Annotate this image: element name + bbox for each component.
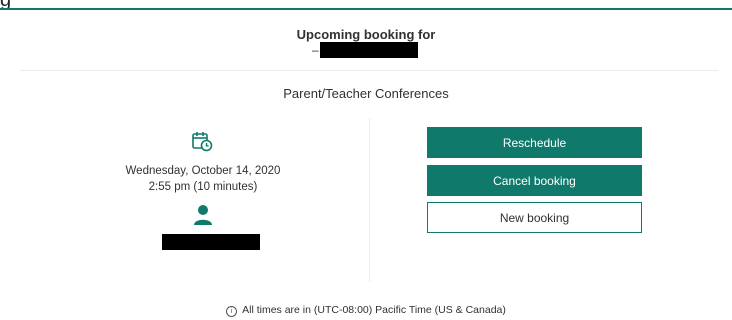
- booking-datetime: Wednesday, October 14, 2020 2:55 pm (10 …: [103, 163, 303, 195]
- person-icon: [194, 205, 212, 225]
- calendar-clock-icon: [192, 132, 213, 152]
- header-accent-rule: [0, 8, 732, 10]
- booking-time: 2:55 pm (10 minutes): [148, 181, 258, 193]
- booking-header-title: Upcoming booking for: [296, 27, 436, 42]
- service-name: Parent/Teacher Conferences: [283, 86, 449, 101]
- reschedule-button[interactable]: Reschedule: [427, 127, 642, 158]
- redacted-staff-name: [162, 234, 260, 250]
- redacted-customer-name: [320, 42, 418, 58]
- header-divider: [20, 70, 718, 71]
- cancel-booking-button[interactable]: Cancel booking: [427, 165, 642, 196]
- timezone-note: i All times are in (UTC-08:00) Pacific Ti…: [0, 304, 732, 317]
- timezone-note-text: All times are in (UTC-08:00) Pacific Tim…: [242, 304, 506, 316]
- info-icon: i: [226, 306, 238, 317]
- new-booking-button[interactable]: New booking: [427, 202, 642, 233]
- column-divider: [369, 118, 370, 282]
- booking-date: Wednesday, October 14, 2020: [125, 165, 281, 177]
- customer-name-prefix: –: [312, 43, 319, 57]
